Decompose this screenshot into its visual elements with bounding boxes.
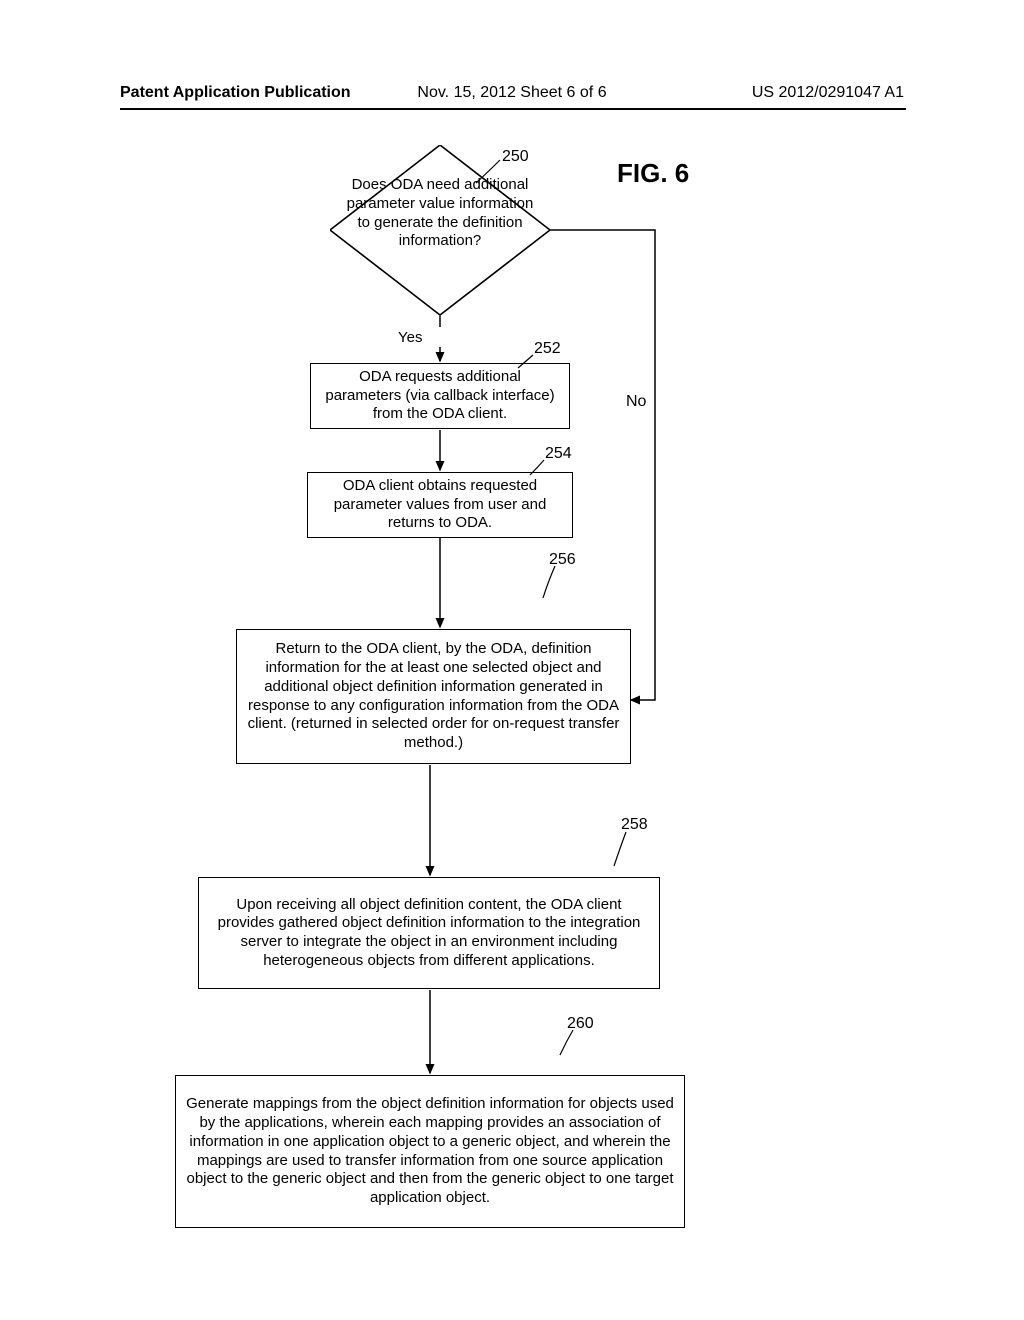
decision-yes-label: Yes: [398, 329, 422, 346]
ref-256: 256: [549, 551, 576, 569]
decision-text-250: Does ODA need additional parameter value…: [340, 176, 540, 251]
process-block-260: Generate mappings from the object defini…: [175, 1075, 685, 1228]
process-text-252: ODA requests additional parameters (via …: [321, 368, 559, 424]
process-text-258: Upon receiving all object definition con…: [209, 896, 649, 971]
ref-250: 250: [502, 148, 529, 166]
process-block-258: Upon receiving all object definition con…: [198, 877, 660, 989]
process-text-260: Generate mappings from the object defini…: [186, 1095, 674, 1208]
header-left: Patent Application Publication: [120, 84, 351, 102]
header-center: Nov. 15, 2012 Sheet 6 of 6: [417, 84, 606, 102]
page-header: Patent Application Publication Nov. 15, …: [0, 84, 1024, 102]
header-right: US 2012/0291047 A1: [752, 84, 904, 102]
process-block-256: Return to the ODA client, by the ODA, de…: [236, 629, 631, 764]
header-rule: [120, 108, 906, 110]
process-block-252: ODA requests additional parameters (via …: [310, 363, 570, 429]
ref-258: 258: [621, 816, 648, 834]
process-text-256: Return to the ODA client, by the ODA, de…: [247, 640, 620, 753]
figure-label: FIG. 6: [617, 158, 689, 189]
ref-260: 260: [567, 1015, 594, 1033]
decision-no-label: No: [626, 393, 646, 411]
process-block-254: ODA client obtains requested parameter v…: [307, 472, 573, 538]
ref-252: 252: [534, 340, 561, 358]
ref-254: 254: [545, 445, 572, 463]
process-text-254: ODA client obtains requested parameter v…: [318, 477, 562, 533]
